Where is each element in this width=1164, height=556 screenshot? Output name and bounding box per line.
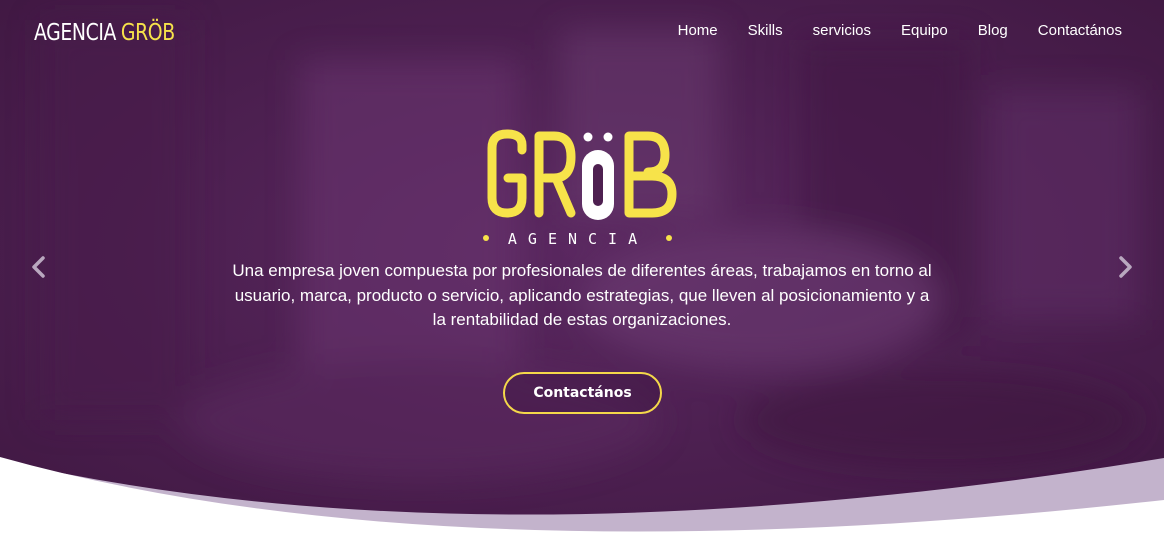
nav-contactanos[interactable]: Contactános — [1038, 21, 1122, 41]
brand-word-agencia: AGENCIA — [34, 20, 116, 46]
logo-subtitle: AGENCIA — [508, 230, 648, 248]
carousel-next-button[interactable] — [1113, 254, 1137, 280]
carousel-prev-button[interactable] — [27, 254, 51, 280]
nav-blog[interactable]: Blog — [978, 21, 1008, 41]
chevron-right-icon — [1119, 256, 1132, 278]
grob-agencia-logo: AGENCIA — [482, 128, 682, 250]
top-navbar: AGENCIA GRÖB Home Skills servicios Equipo… — [0, 0, 1164, 62]
nav-skills[interactable]: Skills — [748, 21, 783, 41]
hero-section: AGENCIA GRÖB Home Skills servicios Equipo… — [0, 0, 1164, 556]
grob-logo-graphic: AGENCIA — [483, 129, 677, 248]
nav-servicios[interactable]: servicios — [813, 21, 871, 41]
nav-home[interactable]: Home — [678, 21, 718, 41]
bottom-wave-divider — [0, 457, 1164, 556]
main-nav: Home Skills servicios Equipo Blog Contac… — [678, 21, 1122, 41]
contact-button[interactable]: Contactános — [503, 372, 662, 414]
brand-logo[interactable]: AGENCIA GRÖB — [34, 18, 175, 48]
nav-equipo[interactable]: Equipo — [901, 21, 948, 41]
brand-word-grob: GRÖB — [120, 20, 175, 46]
hero-tagline: Una empresa joven compuesta por profesio… — [232, 261, 932, 329]
chevron-left-icon — [32, 256, 45, 278]
